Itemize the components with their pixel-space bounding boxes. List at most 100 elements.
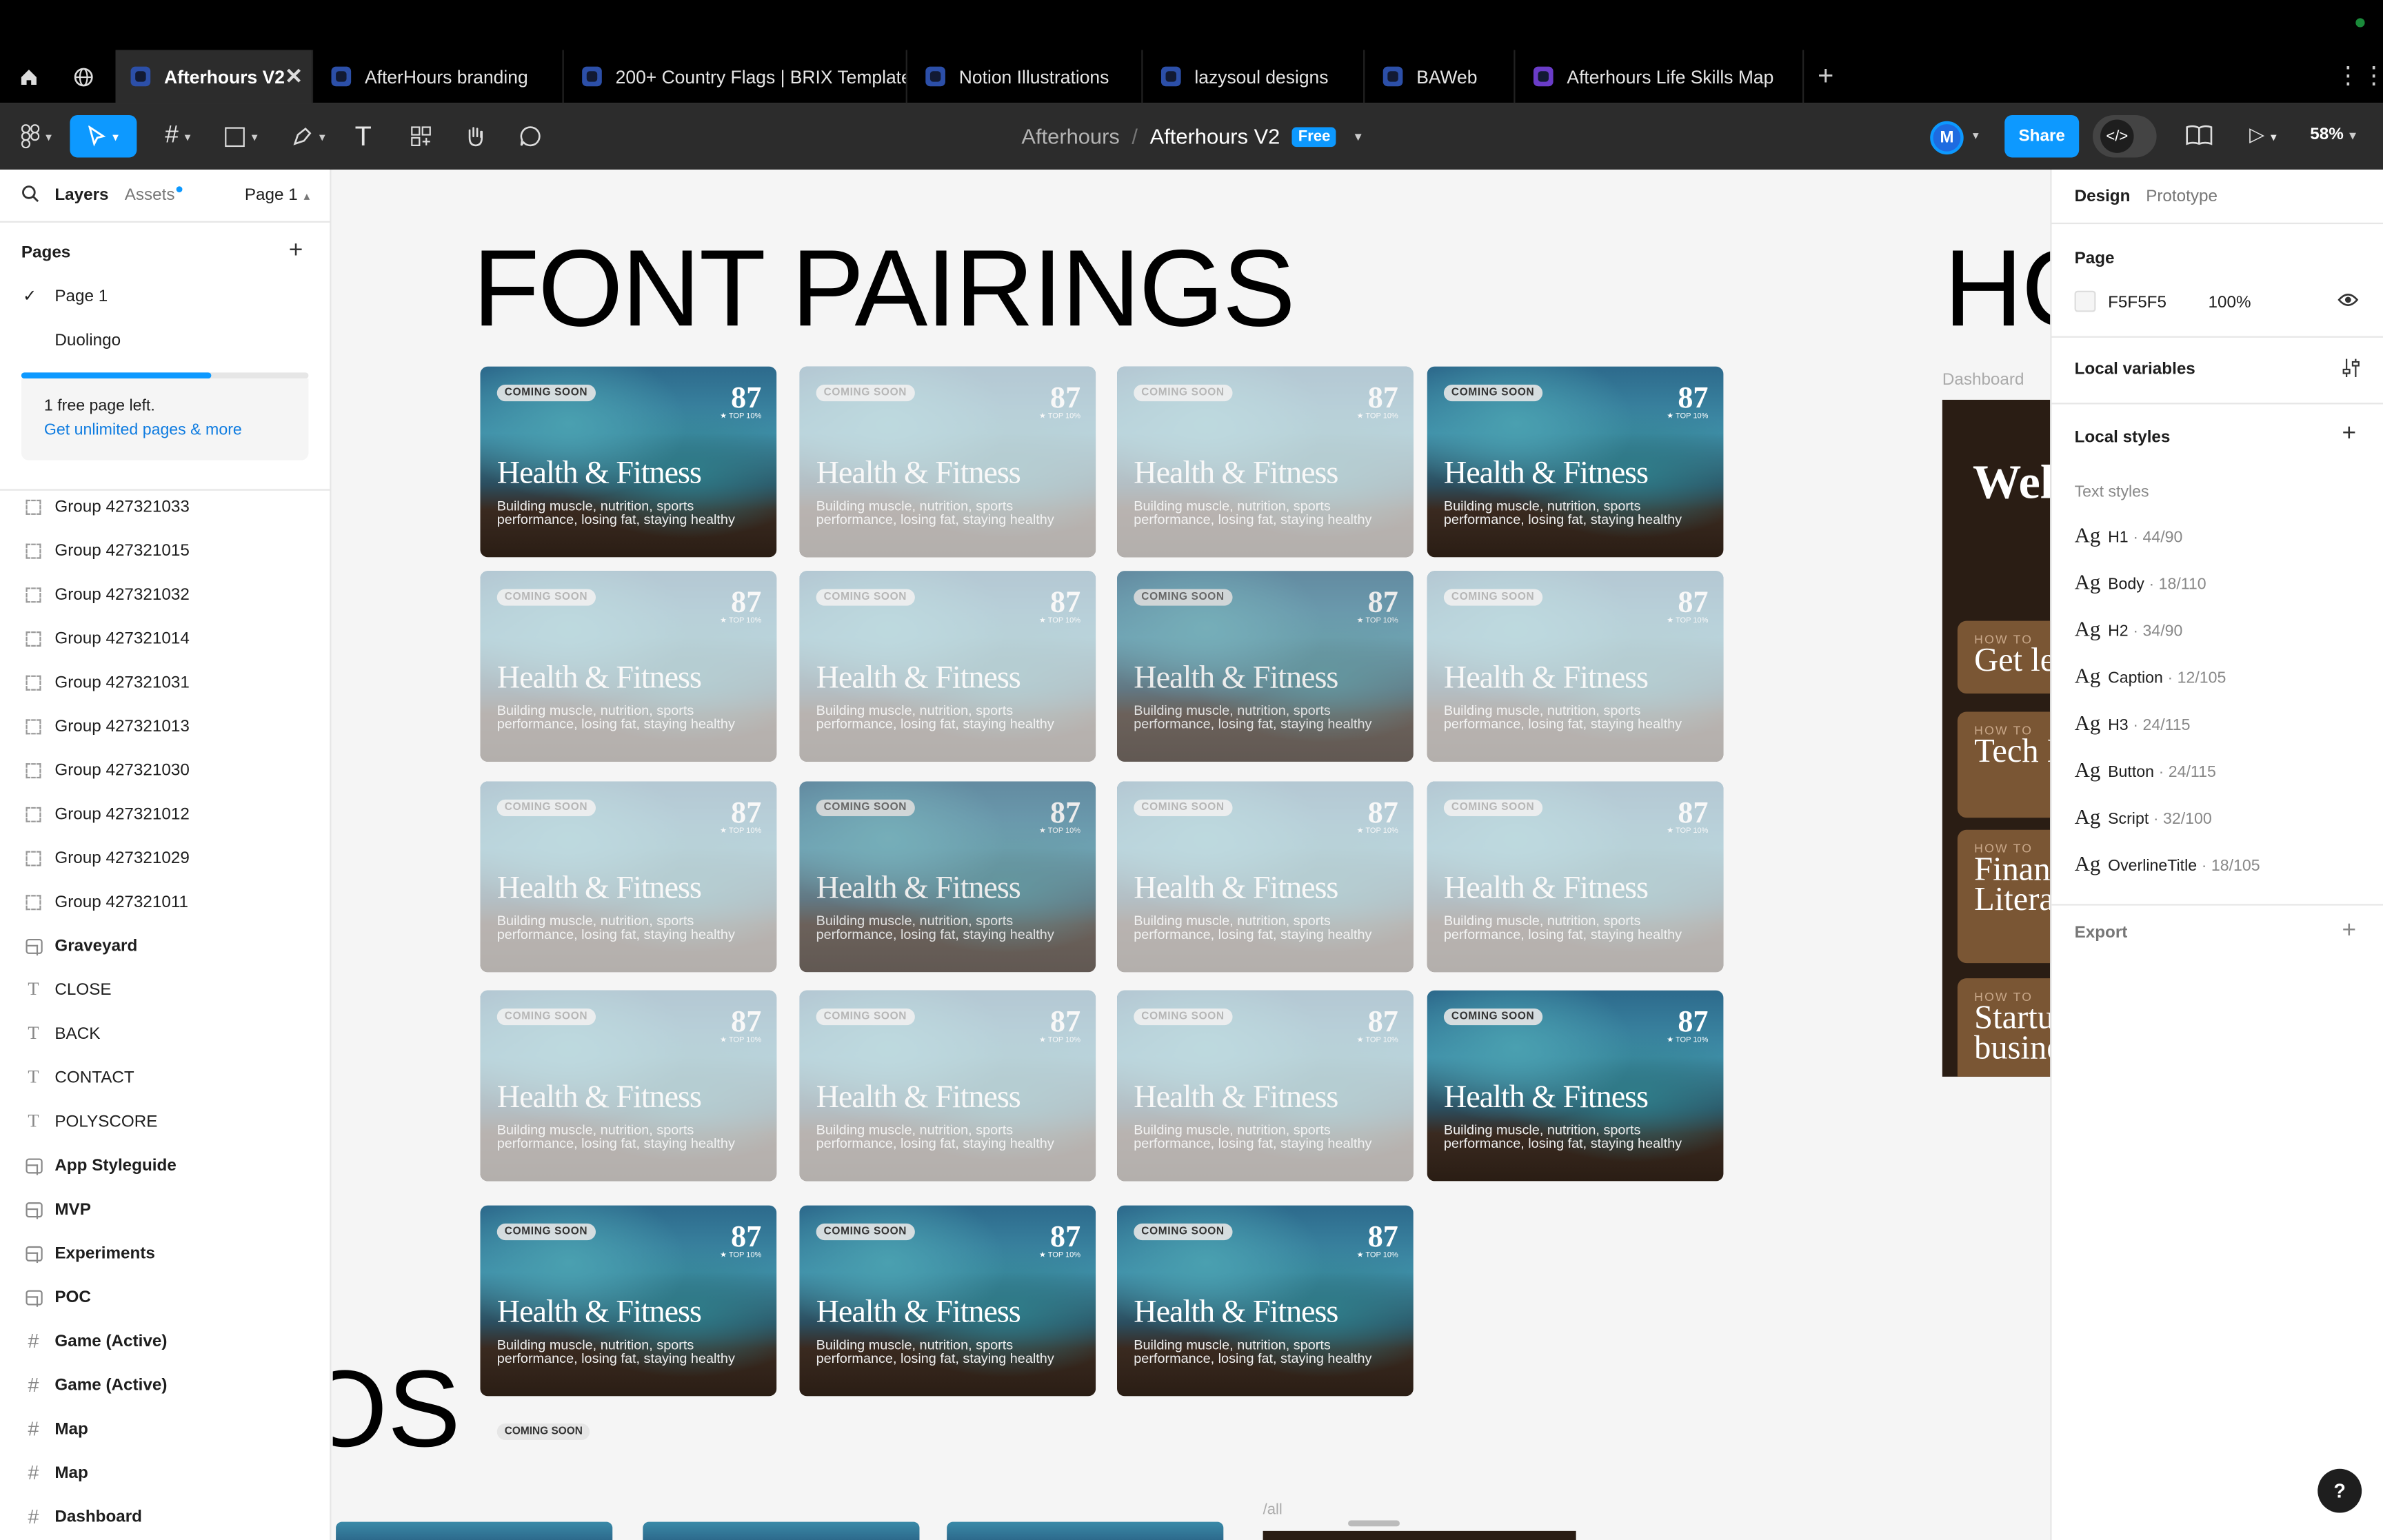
add-style-icon[interactable]: + [2342,421,2357,449]
share-button[interactable]: Share [2004,114,2080,158]
text-style-item[interactable]: Ag OverlineTitle · 18/105 [2075,851,2379,882]
tab-afterhours-branding[interactable]: AfterHours branding [316,50,564,103]
chevron-down-icon[interactable]: ▾ [1973,129,1979,143]
text-style-item[interactable]: Ag Body · 18/110 [2075,569,2379,600]
layer-item[interactable]: Group 427321032 [0,572,331,616]
page-color-swatch[interactable] [2074,290,2096,312]
file-name[interactable]: Afterhours V2 [1150,124,1280,148]
text-tool-button[interactable]: T [347,115,380,158]
coming-soon-badge[interactable]: COMING SOON [496,1423,590,1441]
font-pairing-card[interactable]: COMING SOON87★ TOP 10%Health & FitnessBu… [799,366,1096,558]
upgrade-link[interactable]: Get unlimited pages & more [44,421,285,439]
help-button[interactable]: ? [2317,1468,2362,1513]
layer-item[interactable]: # Game (Active) [0,1319,331,1363]
new-tab-icon[interactable]: + [1818,61,1833,92]
tab-afterhours-v2[interactable]: Afterhours V2 ✕ [115,50,314,103]
layer-item[interactable]: Group 427321029 [0,836,331,880]
card-preview[interactable] [643,1521,920,1540]
hand-tool-button[interactable] [459,115,492,158]
text-style-item[interactable]: Ag Caption · 12/105 [2075,663,2379,693]
font-pairing-card[interactable]: COMING SOON87★ TOP 10%Health & FitnessBu… [799,571,1096,762]
text-style-item[interactable]: Ag H1 · 44/90 [2075,523,2379,553]
font-pairing-card[interactable]: COMING SOON87★ TOP 10%Health & FitnessBu… [1117,1205,1414,1397]
zoom-control[interactable]: 58% ▾ [2310,125,2355,143]
layer-item[interactable]: Group 427321013 [0,704,331,748]
page-item-duolingo[interactable]: Duolingo [0,318,331,362]
present-button[interactable]: ▷ ▾ [2249,123,2277,147]
tab-life-skills-map[interactable]: Afterhours Life Skills Map [1518,50,1804,103]
frame-label-dashboard[interactable]: Dashboard [1942,371,2024,389]
layer-item[interactable]: POC [0,1275,331,1319]
layer-item[interactable]: T CONTACT [0,1055,331,1100]
frame-tool-button[interactable]: # ▾ [152,115,203,158]
font-pairing-card[interactable]: COMING SOON87★ TOP 10%Health & FitnessBu… [480,1205,777,1397]
font-pairing-card[interactable]: COMING SOON87★ TOP 10%Health & FitnessBu… [1427,571,1724,762]
tab-baweb[interactable]: BAWeb [1368,50,1516,103]
more-icon[interactable]: ⋮⋮ [2336,61,2383,91]
text-style-item[interactable]: Ag H2 · 34/90 [2075,616,2379,647]
text-style-item[interactable]: Ag Script · 32/100 [2075,804,2379,834]
layer-item[interactable]: Group 427321011 [0,880,331,924]
globe-icon[interactable] [67,61,100,94]
search-icon[interactable] [21,185,39,207]
main-menu-button[interactable]: ▾ [15,115,58,158]
variables-icon[interactable] [2340,357,2362,383]
layer-item[interactable]: Graveyard [0,924,331,968]
tab-assets[interactable]: Assets [125,186,175,204]
tab-prototype[interactable]: Prototype [2146,188,2218,205]
font-pairing-card[interactable]: COMING SOON87★ TOP 10%Health & FitnessBu… [1117,571,1414,762]
close-icon[interactable]: ✕ [285,63,303,89]
font-pairing-card[interactable]: COMING SOON87★ TOP 10%Health & FitnessBu… [1427,781,1724,973]
layer-item[interactable]: Group 427321015 [0,529,331,573]
font-pairing-card[interactable]: COMING SOON87★ TOP 10%Health & FitnessBu… [799,990,1096,1182]
layer-item[interactable]: T POLYSCORE [0,1100,331,1144]
dev-mode-toggle[interactable]: </> [2093,114,2157,158]
font-pairing-card[interactable]: COMING SOON87★ TOP 10%Health & FitnessBu… [1117,366,1414,558]
text-style-item[interactable]: Ag H3 · 24/115 [2075,710,2379,740]
font-pairing-card[interactable]: COMING SOON87★ TOP 10%Health & FitnessBu… [1117,781,1414,973]
horizontal-scrollbar[interactable] [1348,1520,1400,1527]
card-preview[interactable] [947,1521,1224,1540]
font-pairing-card[interactable]: COMING SOON87★ TOP 10%Health & FitnessBu… [480,571,777,762]
frame-label-all[interactable]: /all [1263,1502,1283,1519]
frame-preview[interactable] [1263,1530,1576,1540]
text-style-item[interactable]: Ag Button · 24/115 [2075,757,2379,787]
card-preview[interactable] [336,1521,613,1540]
comment-tool-button[interactable] [514,115,547,158]
layer-item[interactable]: Group 427321033 [0,485,331,529]
chevron-down-icon[interactable]: ▾ [1355,128,1362,145]
font-pairing-card[interactable]: COMING SOON87★ TOP 10%Health & FitnessBu… [480,990,777,1182]
page-item-page-1[interactable]: ✓ Page 1 [0,274,331,318]
layer-item[interactable]: Group 427321030 [0,748,331,792]
font-pairing-card[interactable]: COMING SOON87★ TOP 10%Health & FitnessBu… [799,781,1096,973]
eye-icon[interactable] [2337,291,2359,314]
shape-tool-button[interactable]: ▾ [216,115,268,158]
dashboard-frame[interactable]: Wel HOW TO Get lea HOW TO Tech L HOW TO … [1942,399,2051,1077]
font-pairing-card[interactable]: COMING SOON87★ TOP 10%Health & FitnessBu… [1427,366,1724,558]
local-variables-title[interactable]: Local variables [2075,361,2195,378]
page-color-value[interactable]: F5F5F5 [2108,294,2166,312]
home-icon[interactable] [12,61,46,94]
design-canvas[interactable]: FONT PAIRINGS HC OS Dashboard Wel HOW TO… [332,170,2051,1540]
avatar[interactable]: M [1930,121,1964,155]
layer-item[interactable]: # Game (Active) [0,1363,331,1407]
layer-item[interactable]: App Styleguide [0,1144,331,1188]
layer-item[interactable]: Group 427321014 [0,616,331,660]
font-pairing-card[interactable]: COMING SOON87★ TOP 10%Health & FitnessBu… [480,781,777,973]
font-pairing-card[interactable]: COMING SOON87★ TOP 10%Health & FitnessBu… [1427,990,1724,1182]
page-opacity-value[interactable]: 100% [2209,294,2251,312]
font-pairing-card[interactable]: COMING SOON87★ TOP 10%Health & FitnessBu… [799,1205,1096,1397]
layer-item[interactable]: # Map [0,1450,331,1495]
font-pairing-card[interactable]: COMING SOON87★ TOP 10%Health & FitnessBu… [1117,990,1414,1182]
add-export-icon[interactable]: + [2342,918,2357,945]
layer-item[interactable]: MVP [0,1187,331,1231]
project-name[interactable]: Afterhours [1021,124,1119,148]
move-tool-button[interactable]: ▾ [70,114,137,158]
add-page-icon[interactable]: + [289,238,303,265]
layer-item[interactable]: T BACK [0,1011,331,1055]
tab-notion-illustrations[interactable]: Notion Illustrations [910,50,1143,103]
layer-item[interactable]: Experiments [0,1231,331,1275]
tab-design[interactable]: Design [2075,188,2131,205]
tab-lazysoul-designs[interactable]: lazysoul designs [1146,50,1365,103]
pen-tool-button[interactable]: ▾ [283,115,334,158]
